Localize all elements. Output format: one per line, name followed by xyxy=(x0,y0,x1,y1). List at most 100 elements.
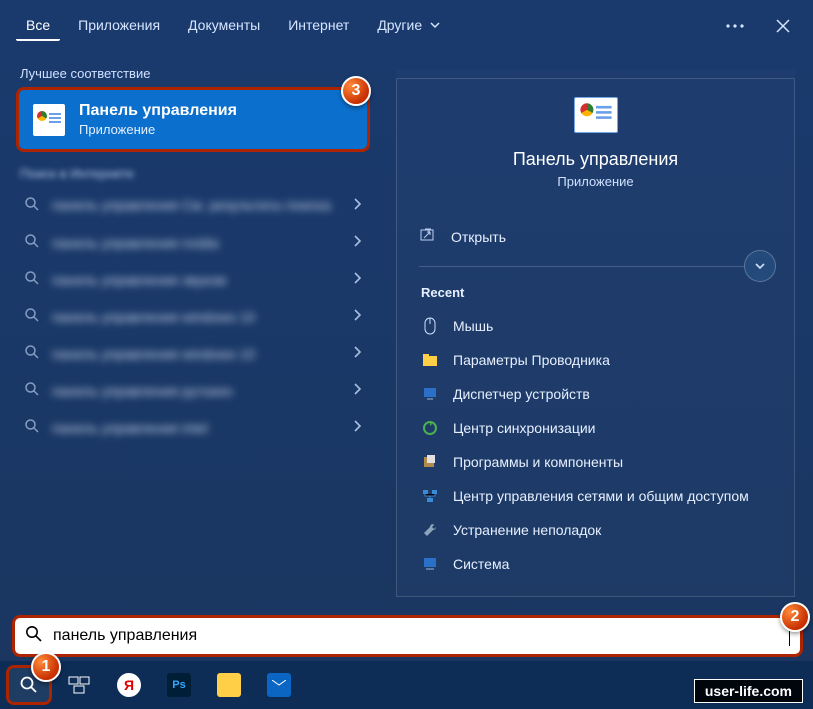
recent-list: Мышь Параметры Проводника Диспетчер устр… xyxy=(419,310,772,580)
search-icon xyxy=(24,418,40,437)
mouse-icon xyxy=(421,317,439,335)
divider xyxy=(419,266,772,267)
recent-item-system[interactable]: Система xyxy=(419,548,772,580)
web-result[interactable]: панель управления windows 10 xyxy=(16,298,370,335)
tab-documents[interactable]: Документы xyxy=(178,11,270,41)
taskbar: 1 Я Ps user-life.com xyxy=(0,661,813,709)
control-panel-icon xyxy=(33,104,65,136)
system-icon xyxy=(421,555,439,573)
search-panel: Все Приложения Документы Интернет Другие… xyxy=(0,0,813,709)
web-result-text: панель управления windows 10 xyxy=(52,346,340,362)
web-result-text: панель управления рутокен xyxy=(52,383,340,399)
web-result-text: панель управления intel xyxy=(52,420,340,436)
search-icon xyxy=(24,381,40,400)
tab-more-label: Другие xyxy=(377,17,422,33)
recent-item-label: Параметры Проводника xyxy=(453,352,610,368)
web-result[interactable]: панель управления nvidia xyxy=(16,224,370,261)
header-tabs: Все Приложения Документы Интернет Другие xyxy=(16,11,717,41)
web-result-text: панель управления nvidia xyxy=(52,235,340,251)
network-icon xyxy=(421,487,439,505)
search-icon xyxy=(25,625,43,648)
search-icon xyxy=(24,307,40,326)
open-icon xyxy=(419,227,435,246)
sync-icon xyxy=(421,419,439,437)
web-result[interactable]: панель управления рутокен xyxy=(16,372,370,409)
open-label: Открыть xyxy=(451,229,506,245)
search-input[interactable] xyxy=(53,627,779,645)
tab-internet[interactable]: Интернет xyxy=(278,11,359,41)
recent-item-network-center[interactable]: Центр управления сетями и общим доступом xyxy=(419,480,772,512)
device-manager-icon xyxy=(421,385,439,403)
tab-apps[interactable]: Приложения xyxy=(68,11,170,41)
recent-item-label: Центр управления сетями и общим доступом xyxy=(453,488,749,504)
folder-options-icon xyxy=(421,351,439,369)
preview-title: Панель управления xyxy=(513,149,678,170)
watermark: user-life.com xyxy=(694,679,803,703)
chevron-right-icon xyxy=(352,234,362,251)
web-result[interactable]: панель управления intel xyxy=(16,409,370,446)
web-result[interactable]: панель управления windows 10 xyxy=(16,335,370,372)
search-input-wrapper[interactable]: 2 xyxy=(12,615,803,657)
recent-item-device-manager[interactable]: Диспетчер устройств xyxy=(419,378,772,410)
tab-all[interactable]: Все xyxy=(16,11,60,41)
web-result-text: панель управления windows 10 xyxy=(52,309,340,325)
taskbar-search-button[interactable]: 1 xyxy=(6,665,52,705)
best-match-text: Панель управления Приложение xyxy=(79,102,237,137)
recent-label: Recent xyxy=(419,285,772,300)
recent-item-label: Программы и компоненты xyxy=(453,454,623,470)
best-match-subtitle: Приложение xyxy=(79,122,237,137)
taskbar-app-yandex[interactable]: Я xyxy=(106,665,152,705)
preview-subtitle: Приложение xyxy=(557,174,633,189)
recent-item-programs[interactable]: Программы и компоненты xyxy=(419,446,772,478)
chevron-right-icon xyxy=(352,271,362,288)
recent-item-sync-center[interactable]: Центр синхронизации xyxy=(419,412,772,444)
control-panel-icon xyxy=(574,97,618,133)
preview-card: Панель управления Приложение Открыть xyxy=(396,70,795,597)
header: Все Приложения Документы Интернет Другие xyxy=(0,0,813,52)
best-match-result[interactable]: 3 Панель управления Приложение xyxy=(16,87,370,152)
best-match-label: Лучшее соответствие xyxy=(16,62,370,87)
web-result[interactable]: панель управления См. результаты поиска xyxy=(16,187,370,224)
programs-icon xyxy=(421,453,439,471)
body: Лучшее соответствие 3 Панель управления … xyxy=(0,52,813,615)
search-icon xyxy=(24,196,40,215)
preview-pane: Панель управления Приложение Открыть xyxy=(378,52,813,615)
taskbar-app-explorer[interactable] xyxy=(206,665,252,705)
chevron-right-icon xyxy=(352,197,362,214)
more-options-button[interactable] xyxy=(721,12,749,40)
taskbar-task-view[interactable] xyxy=(56,665,102,705)
taskbar-app-mail[interactable] xyxy=(256,665,302,705)
recent-item-label: Центр синхронизации xyxy=(453,420,596,436)
web-result-text: панель управления См. результаты поиска xyxy=(52,196,340,214)
step-badge-3: 3 xyxy=(341,76,371,106)
recent-item-explorer-options[interactable]: Параметры Проводника xyxy=(419,344,772,376)
recent-item-label: Устранение неполадок xyxy=(453,522,601,538)
close-button[interactable] xyxy=(769,12,797,40)
search-icon xyxy=(24,270,40,289)
taskbar-app-photoshop[interactable]: Ps xyxy=(156,665,202,705)
open-action[interactable]: Открыть xyxy=(419,209,772,264)
header-actions xyxy=(721,12,797,40)
best-match-title: Панель управления xyxy=(79,102,237,120)
step-badge-1: 1 xyxy=(31,652,61,682)
web-results: панель управления См. результаты поиска … xyxy=(16,187,370,446)
recent-item-label: Мышь xyxy=(453,318,493,334)
chevron-down-icon xyxy=(430,17,440,33)
recent-item-troubleshoot[interactable]: Устранение неполадок xyxy=(419,514,772,546)
expand-button[interactable] xyxy=(744,250,776,282)
web-result-text: панель управления звуком xyxy=(52,272,340,288)
step-badge-2: 2 xyxy=(780,602,810,632)
results-pane: Лучшее соответствие 3 Панель управления … xyxy=(0,52,378,615)
tab-more[interactable]: Другие xyxy=(367,11,450,41)
wrench-icon xyxy=(421,521,439,539)
search-internet-label: Поиск в Интернете xyxy=(16,164,370,187)
chevron-right-icon xyxy=(352,345,362,362)
recent-item-label: Система xyxy=(453,556,509,572)
search-icon xyxy=(24,233,40,252)
web-result[interactable]: панель управления звуком xyxy=(16,261,370,298)
recent-item-mouse[interactable]: Мышь xyxy=(419,310,772,342)
search-icon xyxy=(24,344,40,363)
chevron-right-icon xyxy=(352,308,362,325)
chevron-right-icon xyxy=(352,419,362,436)
chevron-right-icon xyxy=(352,382,362,399)
